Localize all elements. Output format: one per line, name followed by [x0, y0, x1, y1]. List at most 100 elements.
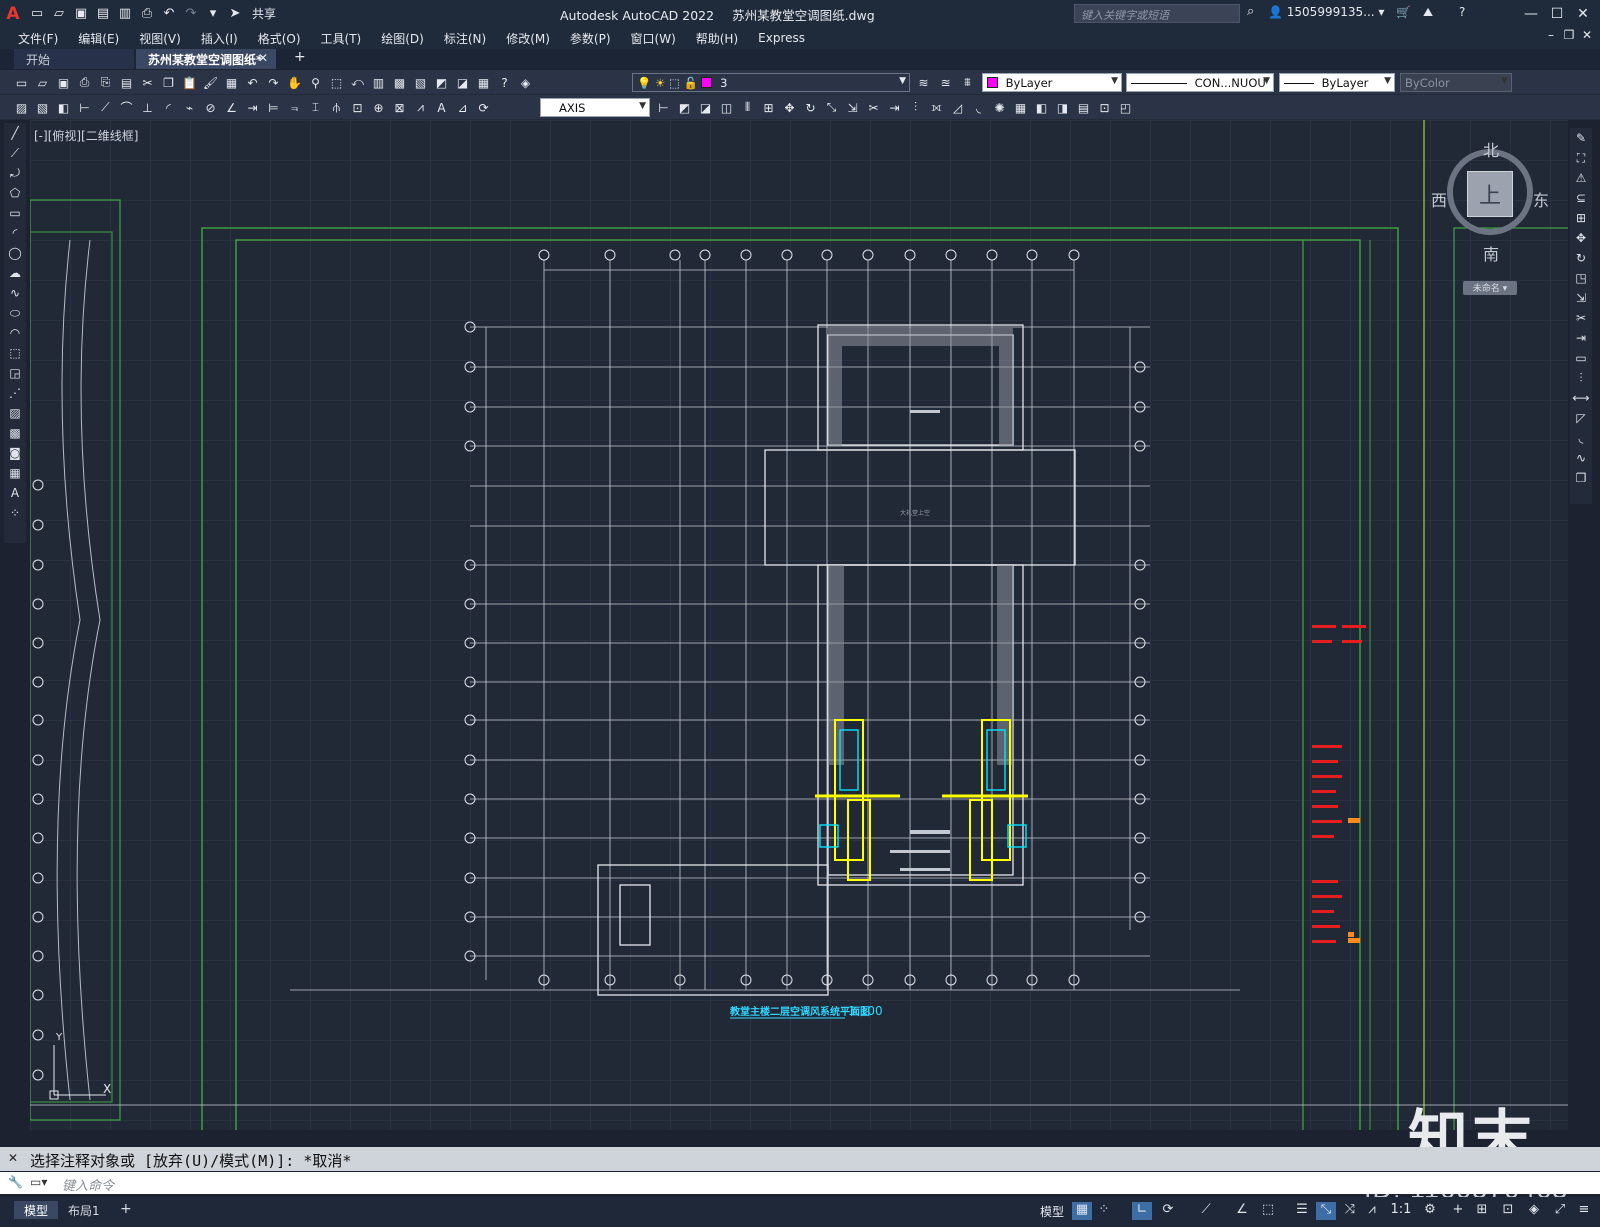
- menu-help[interactable]: 帮助(H): [696, 30, 738, 47]
- autodesk-app-icon[interactable]: ⛰: [1423, 5, 1433, 19]
- maximize-icon[interactable]: ☐: [1544, 6, 1570, 22]
- isolate-objects-icon[interactable]: ◈: [1524, 1202, 1544, 1220]
- tolerance-icon[interactable]: ⊡: [348, 98, 367, 117]
- zoom-realtime-icon[interactable]: ⚲: [306, 73, 325, 92]
- stretch-icon[interactable]: ⇲: [1570, 288, 1592, 308]
- doc-close-icon[interactable]: ✕: [1578, 28, 1596, 42]
- save-as-icon[interactable]: ▤: [93, 5, 113, 23]
- make-block-icon[interactable]: ◰: [1116, 98, 1135, 117]
- offset-icon[interactable]: ⊆: [1570, 188, 1592, 208]
- menu-format[interactable]: 格式(O): [258, 30, 301, 47]
- selection-cycling-icon[interactable]: ⤨: [1340, 1202, 1360, 1220]
- close-icon[interactable]: ✕: [1570, 6, 1596, 22]
- drawing-canvas[interactable]: 大礼堂上空 教堂主楼二层空调风系统平面图 1:100 Y X: [30, 120, 1568, 1130]
- copy-object-icon[interactable]: ◪: [696, 98, 715, 117]
- help-icon[interactable]: ?: [495, 73, 514, 92]
- region-icon[interactable]: ◙: [4, 443, 26, 463]
- match-properties-icon[interactable]: 🖌: [201, 73, 220, 92]
- join-icon[interactable]: ⟗: [927, 98, 946, 117]
- revision-cloud-icon[interactable]: ☁: [4, 263, 26, 283]
- jogged-linear-icon[interactable]: ⩘: [411, 98, 430, 117]
- viewcube-east[interactable]: 东: [1533, 187, 1549, 211]
- dim-radius-icon[interactable]: ◜: [159, 98, 178, 117]
- extend-icon[interactable]: ⇥: [885, 98, 904, 117]
- dim-jogged-icon[interactable]: ⌁: [180, 98, 199, 117]
- redo-icon[interactable]: ↷: [181, 5, 201, 23]
- open-file-icon[interactable]: ▱: [49, 5, 69, 23]
- model-space-toggle[interactable]: 模型: [1040, 1203, 1064, 1220]
- array-icon[interactable]: ⊞: [759, 98, 778, 117]
- add-layout-button[interactable]: +: [110, 1201, 142, 1219]
- polar-tracking-icon[interactable]: ⟳: [1158, 1202, 1178, 1220]
- extend-icon[interactable]: ⇥: [1570, 328, 1592, 348]
- properties-icon[interactable]: ▥: [369, 73, 388, 92]
- help-icon[interactable]: ?: [1459, 5, 1465, 19]
- dim-arc-icon[interactable]: ⌒: [117, 98, 136, 117]
- open-icon[interactable]: ▱: [33, 73, 52, 92]
- gradient-icon[interactable]: ◧: [1032, 98, 1051, 117]
- layer-properties-icon[interactable]: ◈: [516, 73, 535, 92]
- menu-insert[interactable]: 插入(I): [201, 30, 238, 47]
- explode-icon[interactable]: ✺: [990, 98, 1009, 117]
- dim-text-edit-icon[interactable]: ⊿: [453, 98, 472, 117]
- plot-icon[interactable]: ⎙: [75, 73, 94, 92]
- construction-line-icon[interactable]: ⟋: [4, 143, 26, 163]
- doc-minimize-icon[interactable]: –: [1542, 28, 1560, 42]
- viewcube-south[interactable]: 南: [1483, 241, 1499, 265]
- dim-continue-icon[interactable]: ⫬: [285, 98, 304, 117]
- menu-draw[interactable]: 绘图(D): [381, 30, 424, 47]
- customize-menu-icon[interactable]: ≡: [1574, 1202, 1594, 1220]
- redo-icon[interactable]: ↷: [264, 73, 283, 92]
- add-selected-icon[interactable]: ⁘: [4, 503, 26, 523]
- share-button[interactable]: 共享: [252, 5, 276, 22]
- add-workspace-icon[interactable]: +: [1448, 1202, 1468, 1220]
- settings-gear-icon[interactable]: ⚙: [1420, 1202, 1440, 1220]
- command-close-icon[interactable]: ✕: [8, 1151, 18, 1165]
- object-snap-icon[interactable]: ⬚: [1258, 1202, 1278, 1220]
- polygon-icon[interactable]: ⬠: [4, 183, 26, 203]
- layer-previous-icon[interactable]: ≊: [936, 73, 955, 92]
- linetype-dropdown[interactable]: CON...NUOU ▼: [1126, 73, 1274, 92]
- chamfer-icon[interactable]: ◸: [1570, 408, 1592, 428]
- viewcube-top-face[interactable]: 上: [1467, 171, 1513, 217]
- plot-preview-icon[interactable]: ⎘: [96, 73, 115, 92]
- search-input[interactable]: 键入关键字或短语: [1074, 4, 1240, 23]
- dim-linear-icon[interactable]: ⊢: [75, 98, 94, 117]
- plot-icon[interactable]: ⎙: [137, 5, 157, 23]
- lineweight-icon[interactable]: ☰: [1292, 1202, 1312, 1220]
- block-editor-icon[interactable]: ▦: [222, 73, 241, 92]
- color-dropdown[interactable]: ByLayer ▼: [982, 73, 1122, 92]
- minimize-icon[interactable]: —: [1518, 6, 1544, 22]
- quick-properties-icon[interactable]: ⊡: [1498, 1202, 1518, 1220]
- explode-icon[interactable]: ❐: [1570, 468, 1592, 488]
- point-icon[interactable]: ⋰: [4, 383, 26, 403]
- region-icon[interactable]: ◨: [1053, 98, 1072, 117]
- dynamic-ucs-icon[interactable]: ⤡: [1316, 1202, 1336, 1220]
- inspect-icon[interactable]: ⊠: [390, 98, 409, 117]
- search-icon[interactable]: ⌕: [1247, 4, 1254, 19]
- dim-edit-icon[interactable]: A: [432, 98, 451, 117]
- undo-icon[interactable]: ↶: [159, 5, 179, 23]
- dim-style-dropdown[interactable]: AXIS ▼: [540, 98, 650, 117]
- visual-style-icon[interactable]: ▧: [33, 98, 52, 117]
- snap-icon[interactable]: ⁘: [1094, 1202, 1114, 1220]
- hatch-icon[interactable]: ▦: [1011, 98, 1030, 117]
- menu-view[interactable]: 视图(V): [139, 30, 181, 47]
- viewcube-north[interactable]: 北: [1483, 137, 1499, 161]
- new-tab-button[interactable]: +: [282, 49, 318, 69]
- pan-icon[interactable]: ✋: [285, 73, 304, 92]
- table-icon[interactable]: ▦: [4, 463, 26, 483]
- annotation-visibility-icon[interactable]: ⩘: [1362, 1202, 1382, 1220]
- viewport-controls[interactable]: [-][俯视][二维线框]: [34, 127, 138, 144]
- user-account[interactable]: 👤 1505999135... ▾ 🛒 ⛰ ?: [1268, 5, 1465, 20]
- zoom-previous-icon[interactable]: ⤺: [348, 73, 367, 92]
- menu-dimension[interactable]: 标注(N): [444, 30, 486, 47]
- insert-block-icon[interactable]: ⬚: [4, 343, 26, 363]
- fillet-icon[interactable]: ◟: [969, 98, 988, 117]
- offset-icon[interactable]: ⫴: [738, 98, 757, 117]
- arc-icon[interactable]: ◜: [4, 223, 26, 243]
- dim-ordinate-icon[interactable]: ⊥: [138, 98, 157, 117]
- trim-icon[interactable]: ✂: [864, 98, 883, 117]
- dim-diameter-icon[interactable]: ⊘: [201, 98, 220, 117]
- circle-icon[interactable]: ◯: [4, 243, 26, 263]
